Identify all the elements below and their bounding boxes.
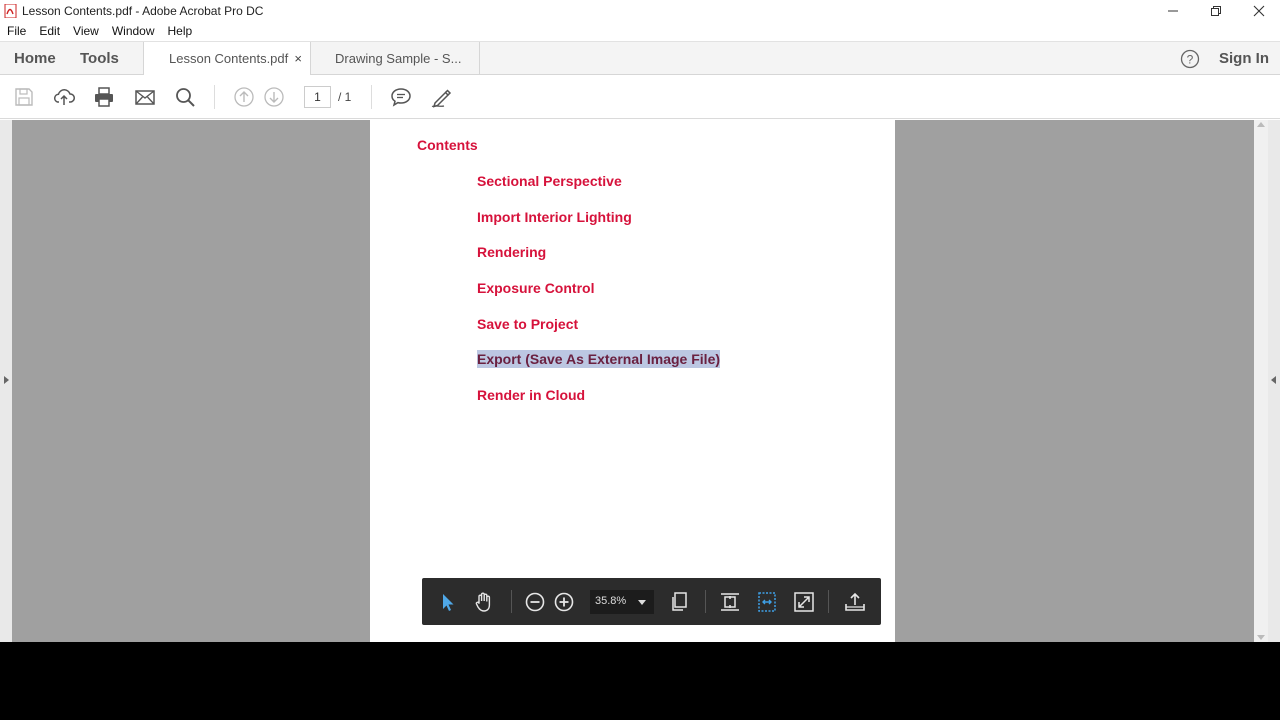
toc-item[interactable]: Exposure Control [477,279,594,297]
help-icon[interactable]: ? [1180,49,1200,69]
fit-page-icon[interactable] [718,590,742,614]
title-bar: Lesson Contents.pdf - Adobe Acrobat Pro … [0,0,1280,21]
vertical-scrollbar[interactable] [1254,120,1268,642]
tab-label: Drawing Sample - S... [335,51,462,66]
tab-tools[interactable]: Tools [80,42,119,75]
scroll-up-icon[interactable] [1257,122,1265,127]
print-icon[interactable] [93,86,115,108]
mail-icon[interactable] [134,86,156,108]
chevron-down-icon [638,600,646,605]
sign-in-button[interactable]: Sign In [1219,42,1269,75]
share-icon[interactable] [843,590,867,614]
document-area: Contents Sectional Perspective Import In… [0,120,1280,642]
toc-item[interactable]: Rendering [477,243,546,261]
menu-window[interactable]: Window [112,24,155,38]
menu-help[interactable]: Help [168,24,193,38]
expand-left-icon [4,376,9,384]
page-heading: Contents [417,137,478,153]
scroll-down-icon[interactable] [1257,635,1265,640]
acrobat-logo-icon [4,3,17,18]
page-down-icon[interactable] [263,86,285,108]
zoom-value: 35.8% [595,595,627,607]
tab-drawing-sample[interactable]: Drawing Sample - S... [310,42,480,76]
toolbar-divider [371,85,372,109]
toc-item[interactable]: Render in Cloud [477,386,585,404]
toc-item[interactable]: Import Interior Lighting [477,208,632,226]
save-icon[interactable] [13,86,35,108]
fullscreen-icon[interactable] [792,590,816,614]
window-controls [1151,0,1280,21]
tab-home[interactable]: Home [14,42,56,75]
upload-icon[interactable] [53,86,75,108]
window-title: Lesson Contents.pdf - Adobe Acrobat Pro … [22,3,264,18]
tab-label: Lesson Contents.pdf [169,51,289,66]
toc-item-selected[interactable]: Export (Save As External Image File) [477,350,721,368]
menu-view[interactable]: View [73,24,99,38]
menu-file[interactable]: File [7,24,26,38]
toolbar-divider [214,85,215,109]
zoom-select[interactable]: 35.8% [590,590,654,614]
hand-icon[interactable] [472,590,496,614]
page-layout-icon[interactable] [668,590,692,614]
left-pane-toggle[interactable] [0,120,12,642]
tab-lesson-contents[interactable]: Lesson Contents.pdf × [143,42,311,76]
fit-width-icon[interactable] [755,590,779,614]
menu-bar: File Edit View Window Help [0,21,205,41]
page-total: / 1 [338,90,352,104]
minimize-icon[interactable] [1151,0,1194,21]
page-number-input[interactable]: 1 [304,86,331,108]
floating-toolbar-divider [705,590,706,613]
expand-right-icon [1271,376,1276,384]
zoom-out-icon[interactable] [523,590,547,614]
acrobat-window: Lesson Contents.pdf - Adobe Acrobat Pro … [0,0,1280,642]
toc-item[interactable]: Sectional Perspective [477,172,622,190]
page-up-icon[interactable] [233,86,255,108]
select-arrow-icon[interactable] [436,590,460,614]
tab-close-icon[interactable]: × [294,42,302,75]
svg-text:?: ? [1187,53,1194,67]
toc-item[interactable]: Save to Project [477,315,578,333]
restore-icon[interactable] [1194,0,1237,21]
pdf-page: Contents Sectional Perspective Import In… [370,120,895,642]
zoom-in-icon[interactable] [552,590,576,614]
right-pane-toggle[interactable] [1268,120,1280,642]
pen-icon[interactable] [430,86,452,108]
floating-toolbar-divider [511,590,512,613]
menu-edit[interactable]: Edit [39,24,60,38]
comment-icon[interactable] [390,86,412,108]
search-icon[interactable] [174,86,196,108]
floating-toolbar-divider [828,590,829,613]
close-icon[interactable] [1237,0,1280,21]
toolbar: 1 / 1 [0,75,1280,119]
tab-bar: Home Tools Lesson Contents.pdf × Drawing… [0,41,1280,76]
